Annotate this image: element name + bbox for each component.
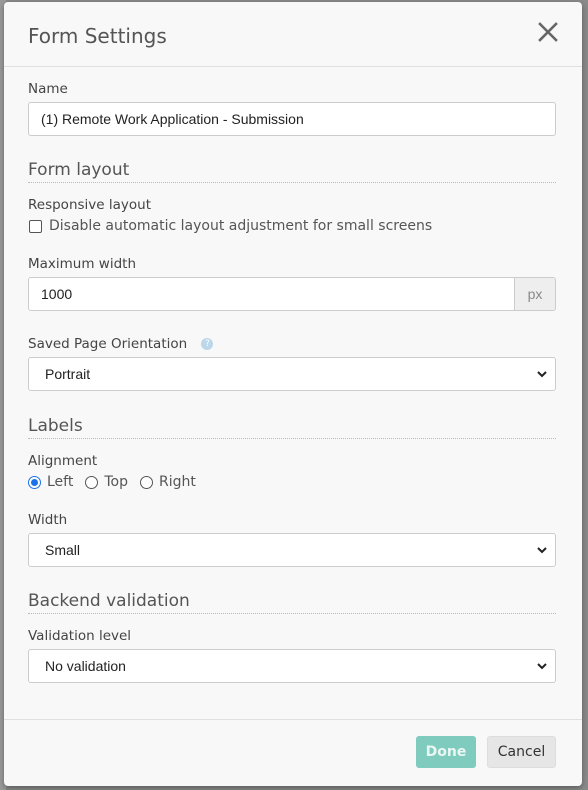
chevron-down-icon bbox=[537, 371, 547, 378]
alignment-left-radio[interactable] bbox=[28, 475, 41, 489]
form-layout-heading: Form layout bbox=[28, 160, 556, 183]
px-unit-addon: px bbox=[515, 277, 556, 311]
disable-responsive-label: Disable automatic layout adjustment for … bbox=[49, 218, 433, 234]
alignment-right-label: Right bbox=[158, 474, 196, 490]
alignment-top-option[interactable]: Top bbox=[85, 474, 128, 490]
label-width-select[interactable]: Small bbox=[28, 533, 556, 567]
dialog-body: Name Form layout Responsive layout Disab… bbox=[4, 67, 582, 683]
done-button[interactable]: Done bbox=[416, 736, 476, 768]
form-settings-dialog: Form Settings Name Form layout Responsiv… bbox=[4, 2, 582, 786]
alignment-radio-group: Left Top Right bbox=[28, 474, 556, 490]
close-button[interactable] bbox=[536, 20, 560, 44]
dialog-footer: Done Cancel bbox=[4, 719, 582, 786]
backend-validation-heading: Backend validation bbox=[28, 591, 556, 614]
alignment-top-label: Top bbox=[104, 474, 128, 490]
dialog-header: Form Settings bbox=[4, 2, 582, 67]
name-input[interactable] bbox=[28, 102, 556, 136]
alignment-right-option[interactable]: Right bbox=[139, 474, 196, 490]
alignment-top-radio[interactable] bbox=[85, 475, 99, 489]
orientation-label: Saved Page Orientation bbox=[28, 336, 188, 352]
alignment-left-label: Left bbox=[47, 474, 74, 490]
validation-level-select[interactable]: No validation bbox=[28, 649, 556, 683]
validation-level-label: Validation level bbox=[28, 628, 132, 644]
alignment-label: Alignment bbox=[28, 453, 98, 469]
name-label: Name bbox=[28, 81, 68, 97]
cancel-button[interactable]: Cancel bbox=[487, 736, 556, 768]
orientation-select[interactable]: Portrait bbox=[28, 357, 556, 391]
question-circle-icon[interactable]: ? bbox=[201, 338, 214, 350]
responsive-layout-label: Responsive layout bbox=[28, 197, 151, 213]
max-width-label: Maximum width bbox=[28, 256, 137, 272]
labels-heading: Labels bbox=[28, 416, 556, 439]
chevron-down-icon bbox=[537, 663, 547, 670]
max-width-group: px bbox=[28, 277, 556, 311]
validation-level-value: No validation bbox=[45, 658, 126, 674]
max-width-input[interactable] bbox=[28, 277, 515, 311]
alignment-left-option[interactable]: Left bbox=[28, 474, 73, 490]
orientation-label-row: Saved Page Orientation ? bbox=[28, 336, 556, 352]
label-width-label: Width bbox=[28, 512, 68, 528]
responsive-layout-option[interactable]: Disable automatic layout adjustment for … bbox=[28, 218, 556, 234]
alignment-right-radio[interactable] bbox=[139, 475, 153, 489]
disable-responsive-checkbox[interactable] bbox=[29, 219, 42, 233]
label-width-value: Small bbox=[45, 542, 81, 558]
dialog-title: Form Settings bbox=[28, 24, 167, 48]
chevron-down-icon bbox=[537, 547, 547, 554]
orientation-value: Portrait bbox=[45, 366, 91, 382]
close-icon bbox=[538, 22, 558, 42]
